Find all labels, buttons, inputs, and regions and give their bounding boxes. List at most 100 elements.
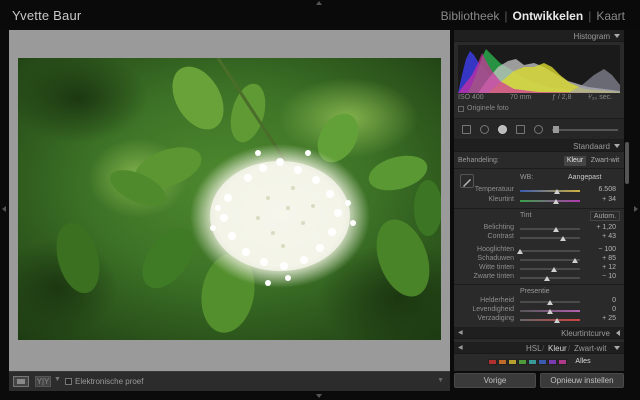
- hsl-header[interactable]: ◀ HSL / Kleur / Zwart-wit: [454, 342, 624, 354]
- temperature-label: Temperatuur: [474, 186, 514, 193]
- auto-tone-button[interactable]: Autom.: [590, 211, 620, 221]
- soft-proof-label: Elektronische proef: [75, 377, 144, 386]
- color-tab[interactable]: Kleur: [548, 344, 567, 353]
- tone-section-title: Tint: [520, 212, 532, 219]
- tint-slider[interactable]: [520, 200, 580, 202]
- clarity-slider-knob[interactable]: [547, 300, 553, 305]
- saturation-slider[interactable]: [520, 319, 580, 321]
- previous-button[interactable]: Vorige: [454, 373, 536, 388]
- saturation-label: Verzadiging: [477, 315, 514, 322]
- color-swatch[interactable]: [498, 359, 507, 365]
- blacks-label: Zwarte tinten: [473, 273, 514, 280]
- tone-curve-header[interactable]: ◀ Kleurtintcurve: [454, 327, 624, 339]
- highlights-slider[interactable]: [520, 250, 580, 252]
- blacks-slider[interactable]: [520, 277, 580, 279]
- color-swatch[interactable]: [488, 359, 497, 365]
- red-eye-icon[interactable]: [498, 125, 507, 134]
- bw-tab[interactable]: Zwart-wit: [574, 344, 606, 353]
- section-divider: [454, 208, 624, 209]
- module-library[interactable]: Bibliotheek: [436, 9, 505, 23]
- whites-value[interactable]: + 12: [586, 264, 616, 271]
- bottom-panel-toggle-icon[interactable]: [316, 394, 322, 398]
- tint-slider-knob[interactable]: [553, 199, 559, 204]
- toolbar-menu-icon[interactable]: ▼: [437, 377, 444, 384]
- chevron-down-icon[interactable]: ▼: [54, 376, 61, 383]
- radial-filter-icon[interactable]: [534, 125, 543, 134]
- tool-strip: [454, 118, 624, 140]
- module-map[interactable]: Kaart: [591, 9, 630, 23]
- module-picker: Bibliotheek | Ontwikkelen | Kaart: [436, 9, 630, 23]
- contrast-label: Contrast: [487, 233, 514, 240]
- shadows-value[interactable]: + 85: [586, 255, 616, 262]
- graduated-filter-icon[interactable]: [516, 125, 525, 134]
- color-swatch[interactable]: [538, 359, 547, 365]
- exif-shutter: ¹⁄₃₀ sec.: [588, 94, 613, 101]
- saturation-value[interactable]: + 25: [586, 315, 616, 322]
- photo-image: [18, 58, 441, 340]
- collapse-icon: [614, 346, 620, 350]
- module-develop[interactable]: Ontwikkelen: [508, 9, 589, 23]
- color-swatch[interactable]: [528, 359, 537, 365]
- clarity-value[interactable]: 0: [586, 297, 616, 304]
- treatment-label: Behandeling:: [458, 157, 499, 164]
- basic-header[interactable]: Standaard: [454, 140, 624, 152]
- temperature-value[interactable]: 6.508: [586, 186, 616, 193]
- saturation-slider-knob[interactable]: [554, 318, 561, 323]
- whites-label: Witte tinten: [478, 264, 514, 271]
- blacks-value[interactable]: − 10: [586, 273, 616, 280]
- highlights-slider-knob[interactable]: [517, 249, 523, 254]
- shadows-slider[interactable]: [520, 259, 580, 261]
- exposure-slider[interactable]: [520, 228, 580, 230]
- wb-label: WB:: [520, 174, 534, 181]
- all-colors-button[interactable]: Alles: [572, 357, 594, 367]
- left-panel-toggle-icon[interactable]: [2, 206, 6, 212]
- highlights-value[interactable]: − 100: [586, 246, 616, 253]
- color-swatch[interactable]: [508, 359, 517, 365]
- collapse-icon: [614, 144, 620, 148]
- color-swatch[interactable]: [518, 359, 527, 365]
- soft-proof-checkbox[interactable]: [65, 378, 72, 385]
- photo[interactable]: [18, 58, 441, 340]
- histogram-header[interactable]: Histogram: [454, 30, 624, 42]
- loupe-view-icon[interactable]: [13, 376, 29, 387]
- exif-aperture: ƒ / 2,8: [552, 94, 572, 101]
- top-bar: Yvette Baur Bibliotheek | Ontwikkelen | …: [0, 0, 640, 30]
- color-swatch[interactable]: [558, 359, 567, 365]
- wb-preset-select[interactable]: Aangepast: [568, 174, 601, 181]
- basic-title: Standaard: [573, 142, 610, 151]
- adjustment-brush-slider-knob[interactable]: [553, 126, 559, 133]
- shadows-slider-knob[interactable]: [572, 258, 579, 263]
- panel-switch-icon[interactable]: ◀: [458, 344, 463, 351]
- blacks-slider-knob[interactable]: [544, 276, 550, 281]
- tone-curve-title: Kleurtintcurve: [561, 329, 610, 338]
- panel-switch-icon[interactable]: ◀: [458, 329, 463, 336]
- temperature-slider[interactable]: [520, 190, 580, 192]
- panel-scrollbar[interactable]: [625, 142, 629, 184]
- contrast-value[interactable]: + 43: [586, 233, 616, 240]
- treatment-bw-button[interactable]: Zwart-wit: [588, 156, 622, 166]
- whites-slider-knob[interactable]: [550, 267, 557, 272]
- histogram-title: Histogram: [573, 32, 610, 41]
- spot-removal-icon[interactable]: [480, 125, 489, 134]
- treatment-color-button[interactable]: Kleur: [564, 156, 586, 166]
- right-panel-toggle-icon[interactable]: [634, 206, 638, 212]
- exposure-slider-knob[interactable]: [553, 227, 559, 232]
- before-after-icon[interactable]: Y|Y: [35, 376, 51, 387]
- vibrance-slider-knob[interactable]: [547, 309, 553, 314]
- histogram[interactable]: [458, 45, 620, 93]
- hsl-tab[interactable]: HSL: [526, 344, 542, 353]
- reset-button[interactable]: Opnieuw instellen: [540, 373, 624, 388]
- temperature-slider-knob[interactable]: [554, 189, 561, 194]
- contrast-slider[interactable]: [520, 237, 580, 239]
- tint-value[interactable]: + 34: [586, 196, 616, 203]
- original-photo-checkbox[interactable]: [458, 106, 464, 112]
- exposure-value[interactable]: + 1,20: [586, 224, 616, 231]
- contrast-slider-knob[interactable]: [559, 236, 566, 241]
- crop-icon[interactable]: [462, 125, 471, 134]
- adjustment-brush-slider[interactable]: [552, 129, 618, 131]
- toolbar: Y|Y ▼ Elektronische proef ▼: [9, 371, 450, 391]
- color-swatch[interactable]: [548, 359, 557, 365]
- top-panel-toggle-icon[interactable]: [316, 1, 322, 5]
- vibrance-value[interactable]: 0: [586, 306, 616, 313]
- vibrance-label: Levendigheid: [472, 306, 514, 313]
